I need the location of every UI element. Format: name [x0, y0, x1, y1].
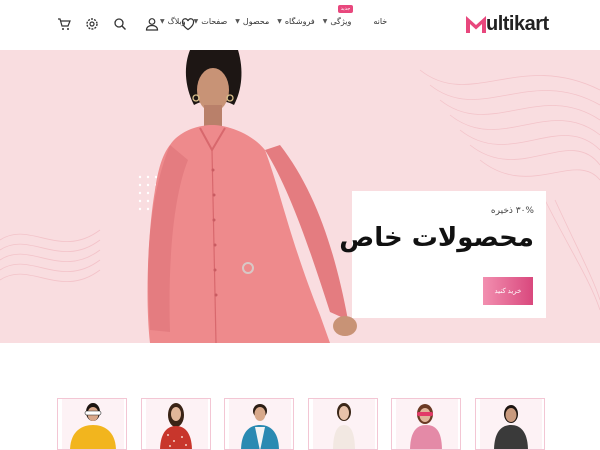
- settings-icon[interactable]: [80, 14, 104, 34]
- hero-model-image: [147, 50, 357, 343]
- hero-banner: ۳۰% ذخیره محصولات خاص خرید کنید: [0, 50, 600, 343]
- site-header: ▼ وبلاگ ▼ صفحات ▼ محصول ▼ فروشگاه ▼ ویژگ…: [0, 0, 600, 50]
- product-card-1[interactable]: [475, 398, 545, 450]
- chevron-down-icon: ▼: [160, 18, 165, 25]
- product-card-5[interactable]: [141, 398, 211, 450]
- chevron-down-icon: ▼: [235, 18, 240, 25]
- nav-item-product[interactable]: ▼ محصول: [235, 17, 269, 26]
- cart-icon[interactable]: [52, 14, 76, 34]
- chevron-down-icon: ▼: [322, 18, 328, 25]
- chevron-down-icon: ▼: [277, 18, 282, 25]
- promo-title: محصولات خاص: [339, 223, 534, 253]
- site-logo[interactable]: ultikart: [465, 12, 549, 36]
- nav-item-label: ویژگی: [330, 17, 352, 26]
- logo-mark-icon: [466, 16, 486, 33]
- nav-item-label: وبلاگ: [167, 17, 186, 26]
- product-row: [0, 343, 600, 450]
- new-badge: جدید: [337, 5, 354, 13]
- product-image: [333, 403, 355, 449]
- product-card-4[interactable]: [224, 398, 294, 450]
- product-card-2[interactable]: [391, 398, 461, 450]
- nav-item-blog[interactable]: ▼ وبلاگ: [160, 17, 186, 26]
- nav-item-shop[interactable]: ▼ فروشگاه: [277, 17, 314, 26]
- main-nav: ▼ وبلاگ ▼ صفحات ▼ محصول ▼ فروشگاه ▼ ویژگ…: [160, 5, 395, 26]
- product-image: [494, 405, 528, 449]
- promo-box: ۳۰% ذخیره محصولات خاص خرید کنید: [339, 191, 546, 318]
- product-card-6[interactable]: [57, 398, 127, 450]
- product-image: [241, 404, 279, 449]
- discount-text: ۳۰% ذخیره: [490, 206, 534, 216]
- nav-item-label: خانه: [373, 17, 388, 26]
- product-image: [160, 403, 192, 449]
- nav-item-features[interactable]: ▼ ویژگی جدید: [322, 5, 354, 26]
- nav-item-home[interactable]: خانه: [373, 17, 387, 26]
- nav-item-label: صفحات: [201, 17, 228, 26]
- nav-item-label: محصول: [242, 17, 270, 26]
- product-image: [410, 404, 442, 449]
- product-image: [70, 403, 116, 449]
- nav-item-pages[interactable]: ▼ صفحات: [194, 17, 228, 26]
- logo-text: ultikart: [486, 13, 549, 35]
- search-icon[interactable]: [108, 14, 132, 34]
- product-card-3[interactable]: [308, 398, 378, 450]
- shop-now-button[interactable]: خرید کنید: [483, 277, 533, 305]
- chevron-down-icon: ▼: [193, 18, 199, 25]
- nav-item-label: فروشگاه: [284, 17, 315, 26]
